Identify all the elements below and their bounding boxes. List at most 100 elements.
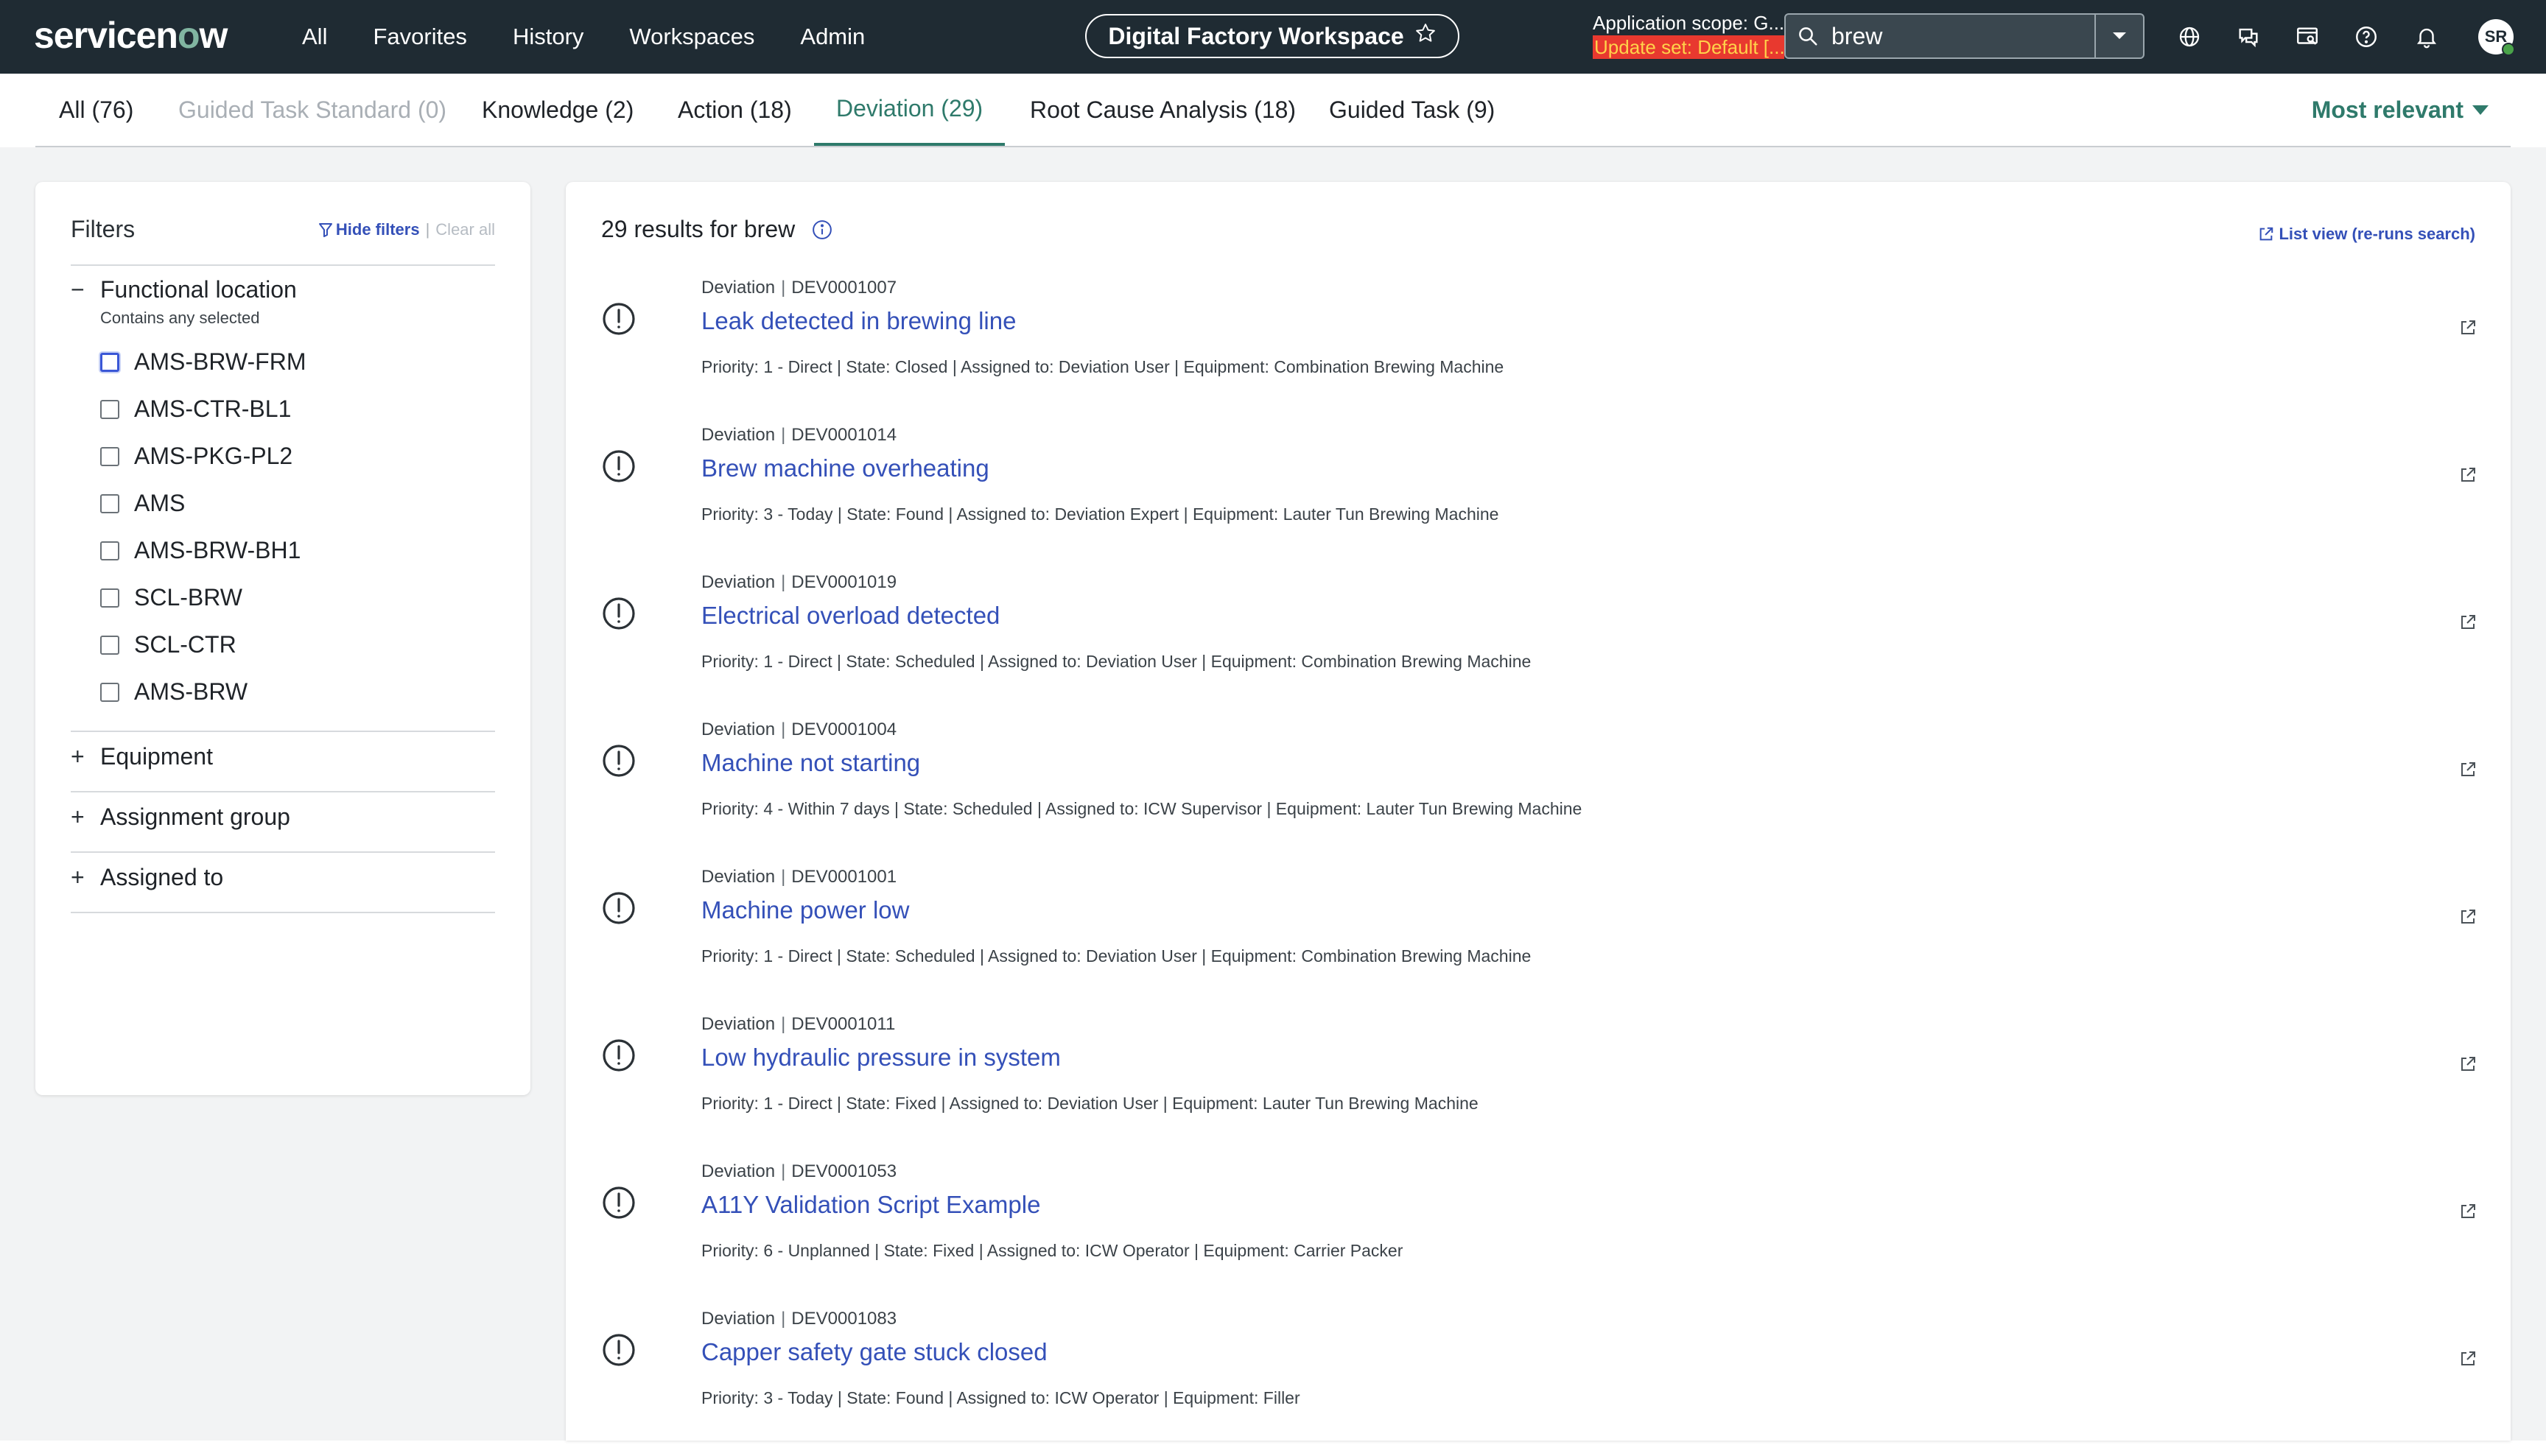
actions-separator: |	[425, 220, 430, 239]
list-view-link[interactable]: List view (re-runs search)	[2258, 225, 2475, 244]
checkbox[interactable]	[100, 493, 119, 513]
result-item: Deviation | DEV0001019 Electrical overload…	[601, 572, 2475, 720]
favorite-star-icon[interactable]	[1414, 22, 1437, 50]
search-dropdown-button[interactable]	[2096, 13, 2145, 59]
result-number: DEV0001014	[791, 425, 897, 445]
result-type: Deviation	[701, 1309, 776, 1329]
workspace-title-pill[interactable]: Digital Factory Workspace	[1085, 14, 1459, 58]
filters-divider	[71, 791, 495, 792]
nav-workspaces[interactable]: Workspaces	[629, 24, 754, 50]
result-details: Priority: 1 - Direct | State: Closed | A…	[701, 357, 1504, 376]
workspace-title: Digital Factory Workspace	[1108, 22, 1404, 49]
filter-option-ams[interactable]: AMS	[100, 490, 185, 517]
meta-separator: |	[781, 1309, 786, 1329]
checkbox[interactable]	[100, 446, 119, 466]
nav-favorites[interactable]: Favorites	[373, 24, 466, 50]
user-avatar[interactable]: SR	[2478, 19, 2515, 56]
nav-all[interactable]: All	[302, 24, 327, 50]
result-item: Deviation | DEV0001011 Low hydraulic press…	[601, 1014, 2475, 1161]
list-view-label: List view (re-runs search)	[2279, 225, 2475, 243]
open-in-new-tab-icon[interactable]	[2459, 466, 2478, 485]
help-icon[interactable]	[2352, 22, 2381, 52]
result-title-link[interactable]: Machine power low	[701, 896, 909, 924]
top-navigation-bar: servicen o w All Favorites History Workspa…	[0, 0, 2546, 74]
result-title-link[interactable]: Machine not starting	[701, 749, 920, 777]
tab-guided-task-standard: Guided Task Standard (0)	[178, 96, 447, 123]
tab-knowledge[interactable]: Knowledge (2)	[460, 74, 656, 146]
meta-separator: |	[781, 572, 786, 592]
globe-icon[interactable]	[2175, 22, 2204, 52]
tab-deviation[interactable]: Deviation (29)	[814, 74, 1006, 146]
sort-label: Most relevant	[2311, 96, 2463, 123]
sort-dropdown[interactable]: Most relevant	[2312, 74, 2489, 146]
result-meta: Deviation | DEV0001083	[701, 1309, 897, 1329]
tab-action[interactable]: Action (18)	[656, 74, 814, 146]
result-item: Deviation | DEV0001001 Machine power low P…	[601, 867, 2475, 1014]
filter-option-scl-brw[interactable]: SCL-BRW	[100, 584, 242, 611]
functional-location-subtitle: Contains any selected	[100, 309, 260, 327]
result-title-link[interactable]: A11Y Validation Script Example	[701, 1191, 1040, 1219]
preview-icon[interactable]	[2293, 22, 2322, 52]
equipment-group-header[interactable]: + Equipment	[71, 743, 495, 770]
checkbox[interactable]	[100, 635, 119, 655]
open-in-new-tab-icon[interactable]	[2459, 908, 2478, 927]
info-icon[interactable]	[811, 219, 833, 241]
open-in-new-tab-icon[interactable]	[2459, 761, 2478, 780]
result-title-link[interactable]: Low hydraulic pressure in system	[701, 1044, 1061, 1072]
result-number: DEV0001019	[791, 572, 897, 592]
deviation-alert-icon	[601, 890, 636, 926]
hide-filters-button[interactable]: Hide filters	[318, 220, 420, 239]
filters-divider	[71, 912, 495, 913]
clear-all-button[interactable]: Clear all	[435, 220, 495, 239]
filter-option-ams-ctr-bl1[interactable]: AMS-CTR-BL1	[100, 395, 291, 423]
servicenow-logo[interactable]: servicen o w	[34, 13, 228, 57]
logo-text-o: o	[177, 15, 200, 56]
result-type: Deviation	[701, 720, 776, 739]
result-type-tabs: All (76) Guided Task Standard (0) Knowle…	[35, 74, 2511, 147]
logo-text-end: w	[199, 15, 228, 56]
open-in-new-tab-icon[interactable]	[2459, 1203, 2478, 1222]
chat-icon[interactable]	[2234, 22, 2263, 52]
assigned-to-group-header[interactable]: + Assigned to	[71, 864, 495, 891]
tab-root-cause-analysis[interactable]: Root Cause Analysis (18)	[1008, 74, 1318, 146]
open-in-new-tab-icon[interactable]	[2459, 1055, 2478, 1075]
checkbox[interactable]	[100, 352, 119, 372]
open-in-new-tab-icon[interactable]	[2459, 319, 2478, 338]
checkbox[interactable]	[100, 588, 119, 608]
filter-option-label: AMS-BRW-FRM	[134, 348, 306, 375]
search-input[interactable]	[1830, 21, 2083, 51]
filters-divider	[71, 851, 495, 853]
checkbox[interactable]	[100, 399, 119, 419]
filter-option-ams-brw-bh1[interactable]: AMS-BRW-BH1	[100, 537, 301, 564]
nav-history[interactable]: History	[513, 24, 583, 50]
filter-option-ams-brw[interactable]: AMS-BRW	[100, 678, 248, 706]
functional-location-group-header[interactable]: − Functional location	[71, 276, 495, 303]
filter-option-ams-pkg-pl2[interactable]: AMS-PKG-PL2	[100, 443, 292, 470]
checkbox[interactable]	[100, 541, 119, 560]
global-search[interactable]	[1784, 13, 2096, 59]
filter-option-scl-ctr[interactable]: SCL-CTR	[100, 631, 236, 658]
filter-option-label: AMS	[134, 490, 186, 516]
result-meta: Deviation | DEV0001004	[701, 720, 897, 740]
result-type: Deviation	[701, 1014, 776, 1034]
deviation-alert-icon	[601, 1185, 636, 1220]
filter-option-ams-brw-frm[interactable]: AMS-BRW-FRM	[100, 348, 306, 376]
filters-panel: Filters Hide filters | Clear all − Funct…	[35, 182, 530, 1095]
funnel-icon	[318, 223, 332, 237]
open-in-new-tab-icon[interactable]	[2459, 613, 2478, 633]
tab-guided-task[interactable]: Guided Task (9)	[1307, 74, 1517, 146]
result-title-link[interactable]: Leak detected in brewing line	[701, 307, 1016, 335]
bell-icon[interactable]	[2412, 22, 2441, 52]
result-type: Deviation	[701, 1161, 776, 1181]
assignment-group-header[interactable]: + Assignment group	[71, 803, 495, 831]
result-title-link[interactable]: Capper safety gate stuck closed	[701, 1338, 1048, 1366]
application-scope-indicator[interactable]: Application scope: G... Update set: Defa…	[1593, 10, 1784, 62]
tab-all[interactable]: All (76)	[37, 74, 155, 146]
result-title-link[interactable]: Brew machine overheating	[701, 454, 989, 482]
open-in-new-tab-icon[interactable]	[2459, 1350, 2478, 1369]
checkbox[interactable]	[100, 682, 119, 702]
result-title-link[interactable]: Electrical overload detected	[701, 602, 1000, 630]
meta-separator: |	[781, 720, 786, 739]
nav-admin[interactable]: Admin	[800, 24, 865, 50]
filter-option-label: SCL-CTR	[134, 631, 236, 658]
